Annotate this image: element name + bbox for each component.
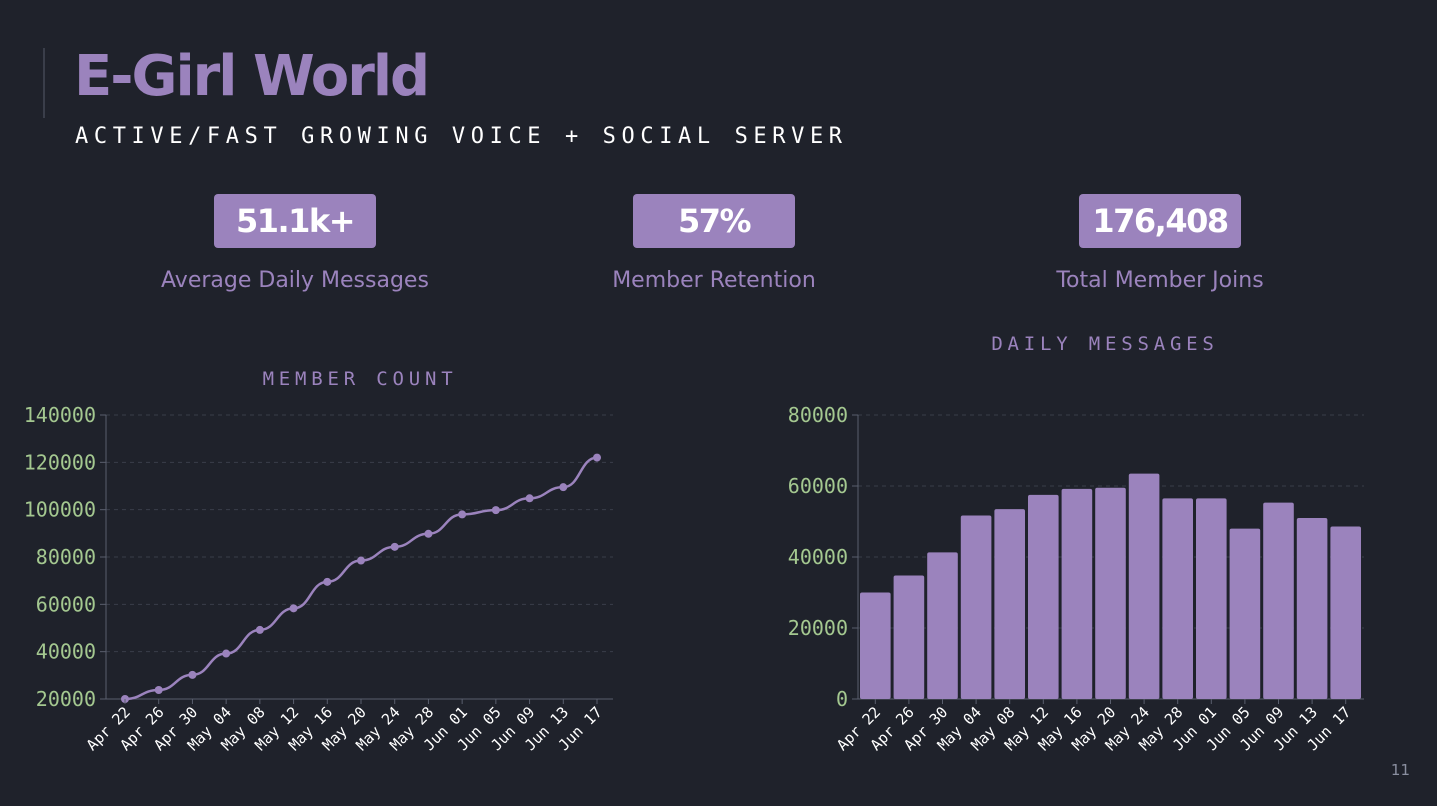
member-count-point	[458, 510, 467, 519]
daily-messages-bar	[893, 575, 925, 699]
y-tick-label: 40000	[36, 640, 96, 664]
daily-messages-bar	[927, 552, 958, 699]
daily-messages-bar	[1263, 502, 1294, 699]
daily-messages-bar	[1095, 487, 1126, 699]
y-tick-label: 140000	[24, 403, 96, 427]
y-tick-label: 60000	[36, 592, 96, 616]
member-count-point	[289, 604, 298, 613]
member-count-point	[525, 494, 534, 503]
y-tick-label: 20000	[788, 616, 848, 640]
y-tick-label: 80000	[788, 403, 848, 427]
daily-messages-bar	[960, 515, 992, 699]
member-count-point	[390, 542, 399, 551]
daily-messages-bar	[1028, 494, 1059, 699]
member-count-point	[593, 453, 601, 462]
y-tick-label: 20000	[36, 687, 96, 711]
daily-messages-bar	[1296, 517, 1328, 699]
daily-messages-bar	[994, 509, 1025, 699]
member-count-point	[424, 529, 433, 538]
member-count-point	[222, 649, 231, 658]
member-count-series-line	[124, 456, 598, 701]
daily-messages-bar	[1061, 488, 1093, 699]
member-count-point	[255, 625, 264, 634]
page-number: 11	[1390, 761, 1410, 779]
member-count-point	[188, 670, 197, 679]
y-tick-label: 100000	[24, 498, 96, 522]
member-count-point	[559, 483, 568, 492]
daily-messages-bar	[1229, 528, 1261, 699]
daily-messages-bar	[1128, 473, 1160, 699]
charts-canvas: 20000400006000080000100000120000140000Ap…	[24, 403, 1364, 754]
daily-messages-bar	[1330, 526, 1361, 699]
daily-messages-bar	[1196, 498, 1227, 699]
y-tick-label: 0	[836, 687, 848, 711]
y-tick-label: 120000	[24, 450, 96, 474]
y-tick-label: 60000	[788, 474, 848, 498]
daily-messages-bar	[1162, 498, 1193, 699]
y-tick-label: 80000	[36, 545, 96, 569]
daily-messages-bar	[860, 592, 891, 699]
member-count-point	[154, 686, 163, 695]
member-count-point	[323, 577, 332, 586]
y-tick-label: 40000	[788, 545, 848, 569]
member-count-point	[357, 556, 365, 565]
member-count-point	[491, 506, 500, 515]
